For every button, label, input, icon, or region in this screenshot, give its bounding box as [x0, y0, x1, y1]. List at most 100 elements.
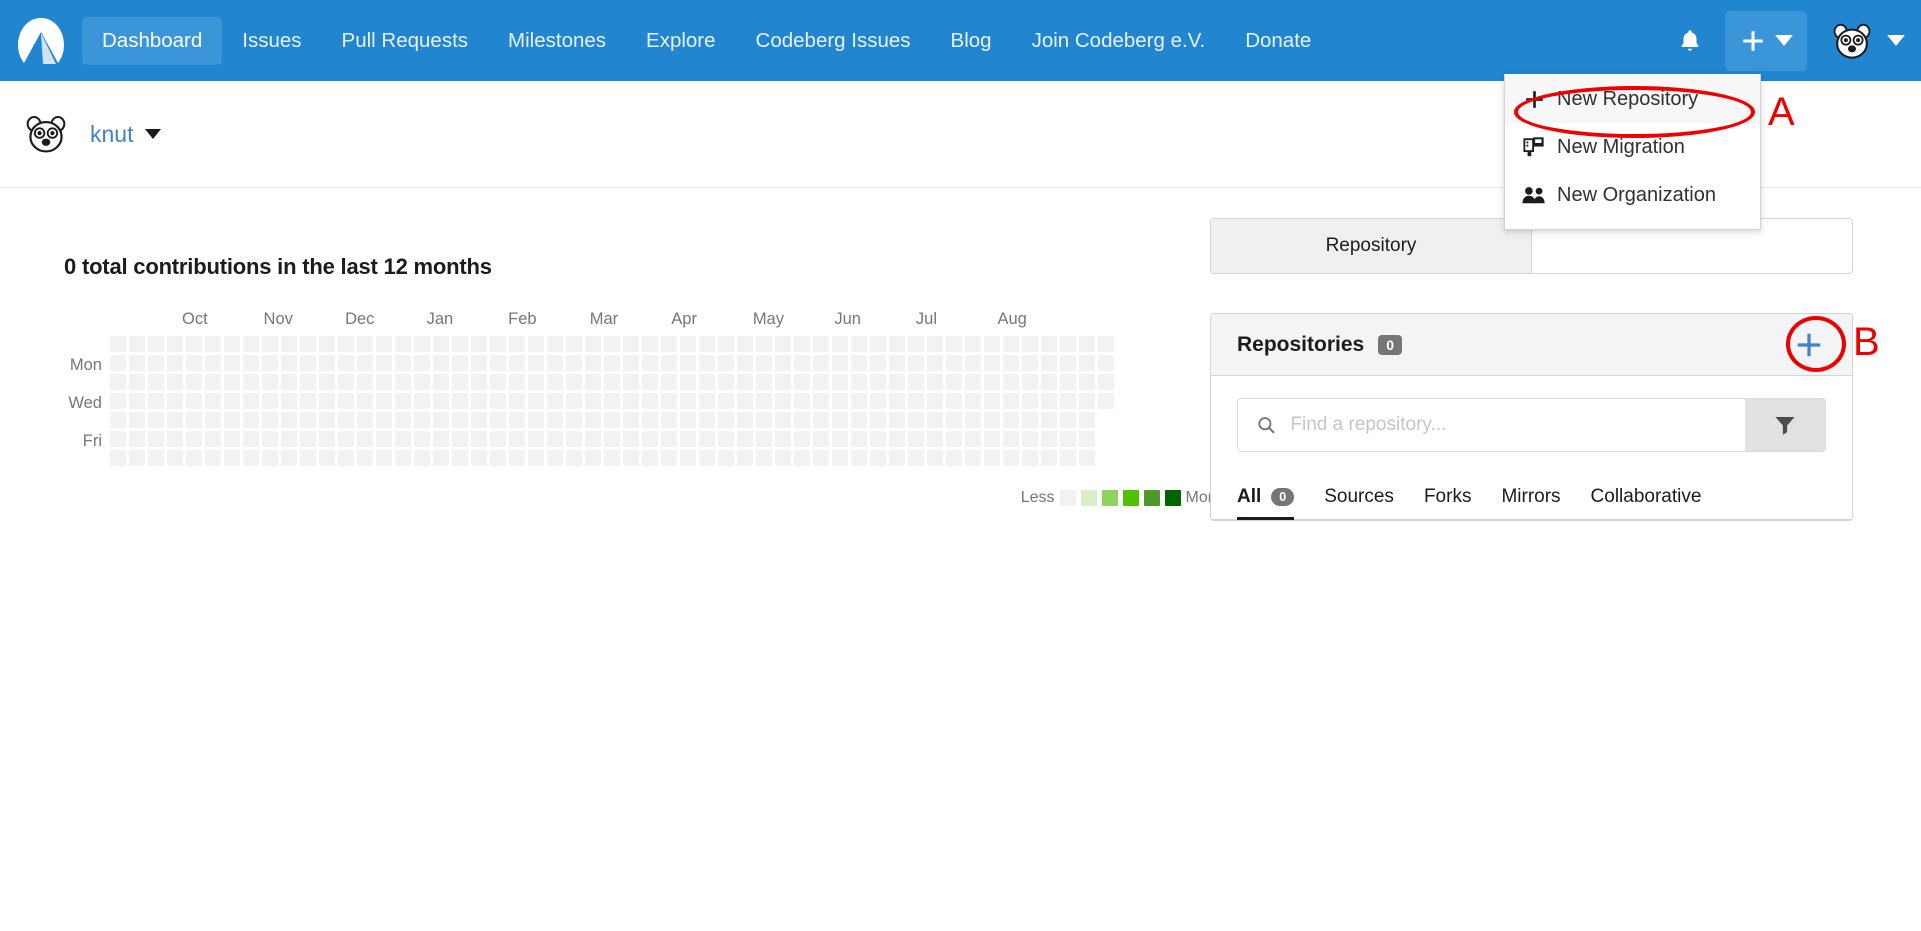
contribution-day-cell[interactable] [110, 374, 126, 390]
contribution-day-cell[interactable] [680, 355, 696, 371]
contribution-day-cell[interactable] [186, 355, 202, 371]
contribution-day-cell[interactable] [756, 412, 772, 428]
contribution-day-cell[interactable] [718, 431, 734, 447]
new-repository-menu-item[interactable]: New Repository [1505, 75, 1760, 123]
contribution-day-cell[interactable] [642, 336, 658, 352]
contribution-day-cell[interactable] [889, 374, 905, 390]
contribution-day-cell[interactable] [984, 355, 1000, 371]
contribution-day-cell[interactable] [566, 336, 582, 352]
contribution-day-cell[interactable] [642, 412, 658, 428]
contribution-day-cell[interactable] [946, 393, 962, 409]
contribution-day-cell[interactable] [1041, 355, 1057, 371]
contribution-day-cell[interactable] [1060, 355, 1076, 371]
contribution-day-cell[interactable] [984, 450, 1000, 466]
contribution-day-cell[interactable] [908, 431, 924, 447]
contribution-day-cell[interactable] [490, 412, 506, 428]
contribution-day-cell[interactable] [1022, 450, 1038, 466]
contribution-day-cell[interactable] [376, 355, 392, 371]
contribution-day-cell[interactable] [357, 355, 373, 371]
contribution-day-cell[interactable] [756, 431, 772, 447]
contribution-day-cell[interactable] [1098, 412, 1114, 428]
contribution-day-cell[interactable] [319, 355, 335, 371]
contribution-day-cell[interactable] [585, 412, 601, 428]
contribution-day-cell[interactable] [927, 450, 943, 466]
contribution-day-cell[interactable] [1060, 431, 1076, 447]
contribution-day-cell[interactable] [794, 393, 810, 409]
contribution-day-cell[interactable] [528, 336, 544, 352]
contribution-day-cell[interactable] [623, 412, 639, 428]
contribution-day-cell[interactable] [281, 374, 297, 390]
contribution-day-cell[interactable] [794, 355, 810, 371]
contribution-day-cell[interactable] [908, 393, 924, 409]
contribution-day-cell[interactable] [794, 450, 810, 466]
contribution-day-cell[interactable] [680, 336, 696, 352]
username-link[interactable]: knut [90, 121, 133, 148]
contribution-day-cell[interactable] [129, 355, 145, 371]
contribution-day-cell[interactable] [1079, 336, 1095, 352]
contribution-day-cell[interactable] [1079, 374, 1095, 390]
contribution-day-cell[interactable] [433, 450, 449, 466]
contribution-day-cell[interactable] [300, 431, 316, 447]
repo-tab-mirrors[interactable]: Mirrors [1501, 486, 1560, 519]
contribution-day-cell[interactable] [699, 393, 715, 409]
contribution-day-cell[interactable] [205, 374, 221, 390]
contribution-day-cell[interactable] [376, 431, 392, 447]
contribution-day-cell[interactable] [300, 393, 316, 409]
contribution-day-cell[interactable] [528, 355, 544, 371]
contribution-day-cell[interactable] [832, 412, 848, 428]
contribution-day-cell[interactable] [186, 431, 202, 447]
contribution-day-cell[interactable] [813, 374, 829, 390]
contribution-day-cell[interactable] [243, 374, 259, 390]
contribution-day-cell[interactable] [205, 336, 221, 352]
contribution-day-cell[interactable] [699, 412, 715, 428]
contribution-day-cell[interactable] [376, 393, 392, 409]
contribution-day-cell[interactable] [604, 412, 620, 428]
contribution-day-cell[interactable] [357, 374, 373, 390]
contribution-day-cell[interactable] [281, 336, 297, 352]
contribution-day-cell[interactable] [167, 393, 183, 409]
contribution-day-cell[interactable] [566, 412, 582, 428]
contribution-day-cell[interactable] [281, 450, 297, 466]
contribution-day-cell[interactable] [547, 374, 563, 390]
contribution-day-cell[interactable] [585, 431, 601, 447]
contribution-day-cell[interactable] [965, 450, 981, 466]
contribution-day-cell[interactable] [718, 336, 734, 352]
contribution-day-cell[interactable] [509, 412, 525, 428]
contribution-day-cell[interactable] [946, 374, 962, 390]
contribution-day-cell[interactable] [851, 450, 867, 466]
contribution-day-cell[interactable] [1079, 412, 1095, 428]
contribution-day-cell[interactable] [585, 374, 601, 390]
codeberg-logo-icon[interactable] [0, 0, 82, 81]
notification-bell-icon[interactable] [1661, 11, 1719, 71]
contribution-day-cell[interactable] [984, 431, 1000, 447]
contribution-day-cell[interactable] [243, 412, 259, 428]
contribution-day-cell[interactable] [224, 336, 240, 352]
contribution-day-cell[interactable] [1041, 393, 1057, 409]
contribution-day-cell[interactable] [984, 374, 1000, 390]
contribution-day-cell[interactable] [129, 412, 145, 428]
contribution-day-cell[interactable] [832, 450, 848, 466]
contribution-day-cell[interactable] [110, 336, 126, 352]
contribution-day-cell[interactable] [414, 374, 430, 390]
contribution-day-cell[interactable] [528, 374, 544, 390]
contribution-day-cell[interactable] [395, 431, 411, 447]
contribution-day-cell[interactable] [1079, 355, 1095, 371]
contribution-day-cell[interactable] [547, 431, 563, 447]
contribution-day-cell[interactable] [547, 412, 563, 428]
contribution-day-cell[interactable] [908, 374, 924, 390]
contribution-day-cell[interactable] [851, 355, 867, 371]
contribution-day-cell[interactable] [319, 450, 335, 466]
contribution-day-cell[interactable] [471, 431, 487, 447]
contribution-day-cell[interactable] [851, 393, 867, 409]
contribution-day-cell[interactable] [110, 450, 126, 466]
contribution-day-cell[interactable] [357, 431, 373, 447]
contribution-day-cell[interactable] [547, 393, 563, 409]
contribution-day-cell[interactable] [870, 412, 886, 428]
contribution-day-cell[interactable] [870, 431, 886, 447]
contribution-day-cell[interactable] [1003, 412, 1019, 428]
contribution-day-cell[interactable] [642, 450, 658, 466]
contribution-day-cell[interactable] [148, 450, 164, 466]
contribution-day-cell[interactable] [300, 450, 316, 466]
contribution-day-cell[interactable] [319, 336, 335, 352]
contribution-day-cell[interactable] [338, 431, 354, 447]
